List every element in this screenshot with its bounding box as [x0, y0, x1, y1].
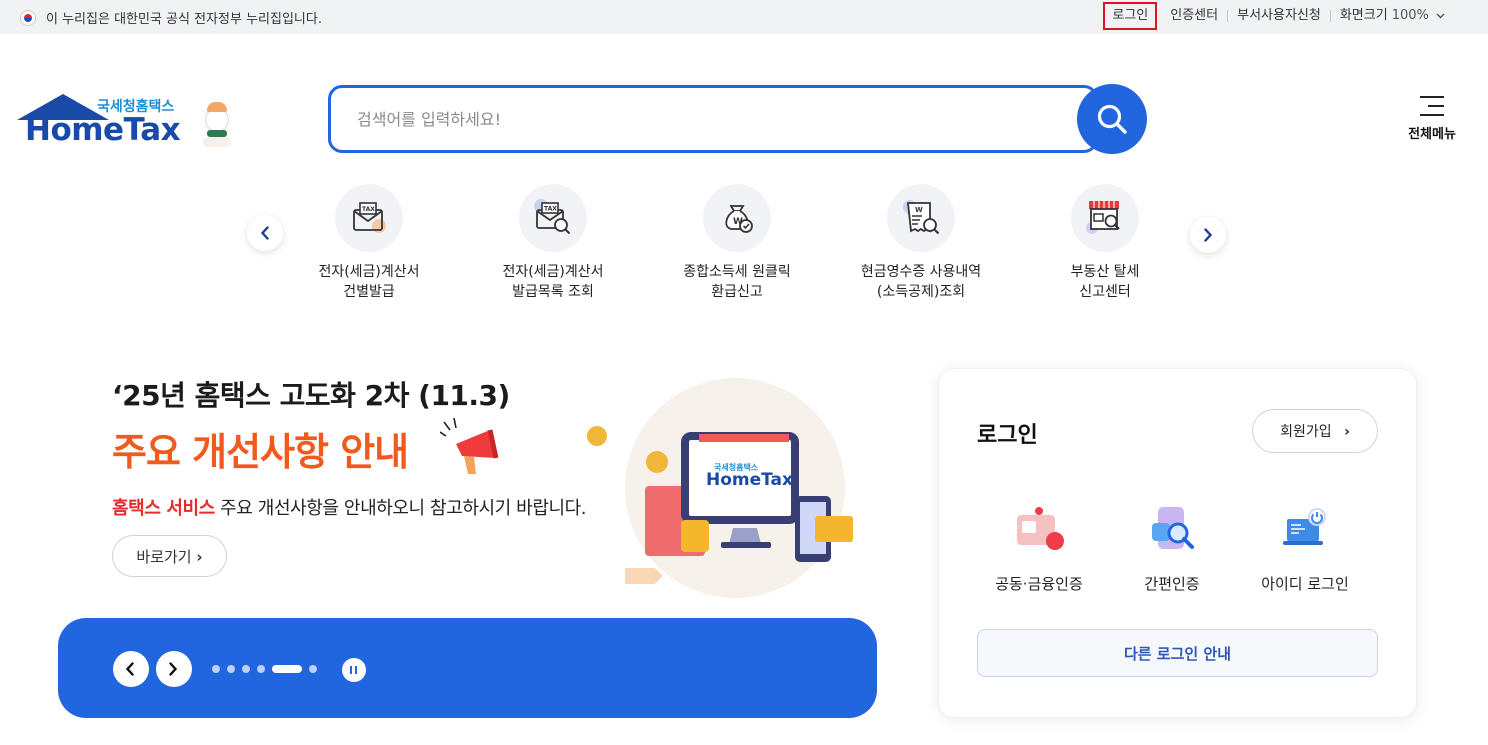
pagination-dot-active[interactable] [272, 665, 302, 673]
pagination-dot[interactable] [227, 665, 235, 673]
pagination-dot[interactable] [212, 665, 220, 673]
top-links: 로그인 인증센터 부서사용자신청 화면크기 100% [1103, 2, 1454, 30]
other-login-guide-button[interactable]: 다른 로그인 안내 [977, 629, 1378, 677]
banner-prev-button[interactable] [113, 651, 149, 687]
korea-flag-icon [20, 9, 36, 26]
pagination-dot[interactable] [309, 665, 317, 673]
hometax-logo[interactable]: 국세청홈택스 HomeTax [17, 94, 233, 154]
banner-next-button[interactable] [156, 651, 192, 687]
banner-title: ‘25년 홈택스 고도화 2차 (11.3) [112, 379, 510, 412]
simple-auth-icon [1142, 499, 1202, 559]
top-utility-bar: 이 누리집은 대한민국 공식 전자정부 누리집입니다. 로그인 인증센터 부서사… [0, 0, 1488, 34]
svg-text:TAX: TAX [362, 206, 375, 213]
megaphone-icon [440, 418, 499, 474]
quick-menu-label: 전자(세금)계산서 건별발급 [318, 264, 420, 300]
store-search-icon [1071, 184, 1139, 252]
login-option-label: 공동·금융인증 [995, 575, 1083, 593]
search-icon [1097, 104, 1127, 134]
zoom-value: 100% [1391, 8, 1429, 23]
logo-wordmark: HomeTax [25, 112, 181, 148]
chevron-down-icon [1436, 13, 1445, 19]
screen-size-control[interactable]: 화면크기 100% [1331, 2, 1454, 30]
quick-menu-label: 부동산 탈세 신고센터 [1070, 264, 1140, 300]
chevron-right-icon: › [1344, 424, 1350, 440]
login-option-label: 간편인증 [1144, 575, 1200, 593]
chevron-right-icon: › [196, 547, 203, 566]
certificate-card-icon [1009, 499, 1069, 559]
all-menu-label: 전체메뉴 [1408, 127, 1456, 142]
pause-icon [350, 666, 352, 674]
quick-menu-item[interactable]: TAX 전자(세금)계산서 발급목록 조회 [458, 184, 648, 302]
top-login-link[interactable]: 로그인 [1103, 2, 1158, 30]
quick-menu-item[interactable]: W 현금영수증 사용내역 (소득공제)조회 [826, 184, 1016, 302]
cert-center-link[interactable]: 인증센터 [1161, 2, 1227, 30]
search-input[interactable] [357, 106, 1057, 132]
chevron-right-icon [1204, 228, 1213, 242]
search-button[interactable] [1077, 84, 1147, 154]
svg-text:W: W [915, 206, 923, 214]
money-bag-icon: W [703, 184, 771, 252]
gov-notice-text: 이 누리집은 대한민국 공식 전자정부 누리집입니다. [46, 12, 322, 27]
search-box [328, 85, 1098, 153]
receipt-search-icon: W [887, 184, 955, 252]
quick-menu-label: 종합소득세 원클릭 환급신고 [683, 264, 791, 300]
banner-desc-highlight: 홈택스 서비스 [112, 498, 215, 519]
hamburger-icon [1420, 96, 1444, 116]
login-option-label: 아이디 로그인 [1261, 575, 1349, 593]
dept-user-apply-link[interactable]: 부서사용자신청 [1228, 2, 1330, 30]
quick-menu-item[interactable]: TAX 전자(세금)계산서 건별발급 [274, 184, 464, 302]
quick-menu-label: 전자(세금)계산서 발급목록 조회 [502, 264, 604, 300]
all-menu-button[interactable]: 전체메뉴 [1402, 94, 1462, 146]
login-panel: 로그인 회원가입 › 공동·금융인증 간편인증 아이디 로그인 다른 로그인 안… [938, 368, 1417, 718]
screen-size-label: 화면크기 [1339, 8, 1388, 23]
quick-menu-item[interactable]: 부동산 탈세 신고센터 [1010, 184, 1200, 302]
laptop-power-icon [1275, 499, 1335, 559]
simple-auth-option[interactable]: 간편인증 [1112, 499, 1232, 594]
snowman-mascot-icon [201, 102, 233, 147]
chevron-left-icon [260, 226, 269, 240]
pagination-dot[interactable] [242, 665, 250, 673]
pagination-dot[interactable] [257, 665, 265, 673]
id-login-option[interactable]: 아이디 로그인 [1245, 499, 1365, 594]
banner-go-button[interactable]: 바로가기 › [112, 535, 227, 577]
banner-pause-button[interactable] [342, 658, 366, 682]
chevron-left-icon [125, 662, 134, 676]
cert-login-option[interactable]: 공동·금융인증 [979, 499, 1099, 594]
svg-text:TAX: TAX [544, 206, 557, 213]
banner-description: 홈택스 서비스 주요 개선사항을 안내하오니 참고하시기 바랍니다. [112, 494, 587, 520]
quick-menu-label: 현금영수증 사용내역 (소득공제)조회 [860, 264, 982, 300]
tax-search-icon: TAX [519, 184, 587, 252]
quick-menu-item[interactable]: W 종합소득세 원클릭 환급신고 [642, 184, 832, 302]
gov-notice: 이 누리집은 대한민국 공식 전자정부 누리집입니다. [20, 8, 322, 27]
banner-desc-text: 주요 개선사항을 안내하오니 참고하시기 바랍니다. [214, 498, 587, 519]
banner-headline: 주요 개선사항 안내 [112, 430, 409, 474]
tax-envelope-icon: TAX [335, 184, 403, 252]
banner-pagination [212, 665, 317, 673]
join-button[interactable]: 회원가입 › [1252, 409, 1378, 453]
login-title: 로그인 [977, 423, 1038, 448]
chevron-right-icon [169, 662, 178, 676]
svg-text:HomeTax: HomeTax [706, 470, 793, 490]
banner-illustration: 국세청홈택스 HomeTax [587, 378, 853, 598]
